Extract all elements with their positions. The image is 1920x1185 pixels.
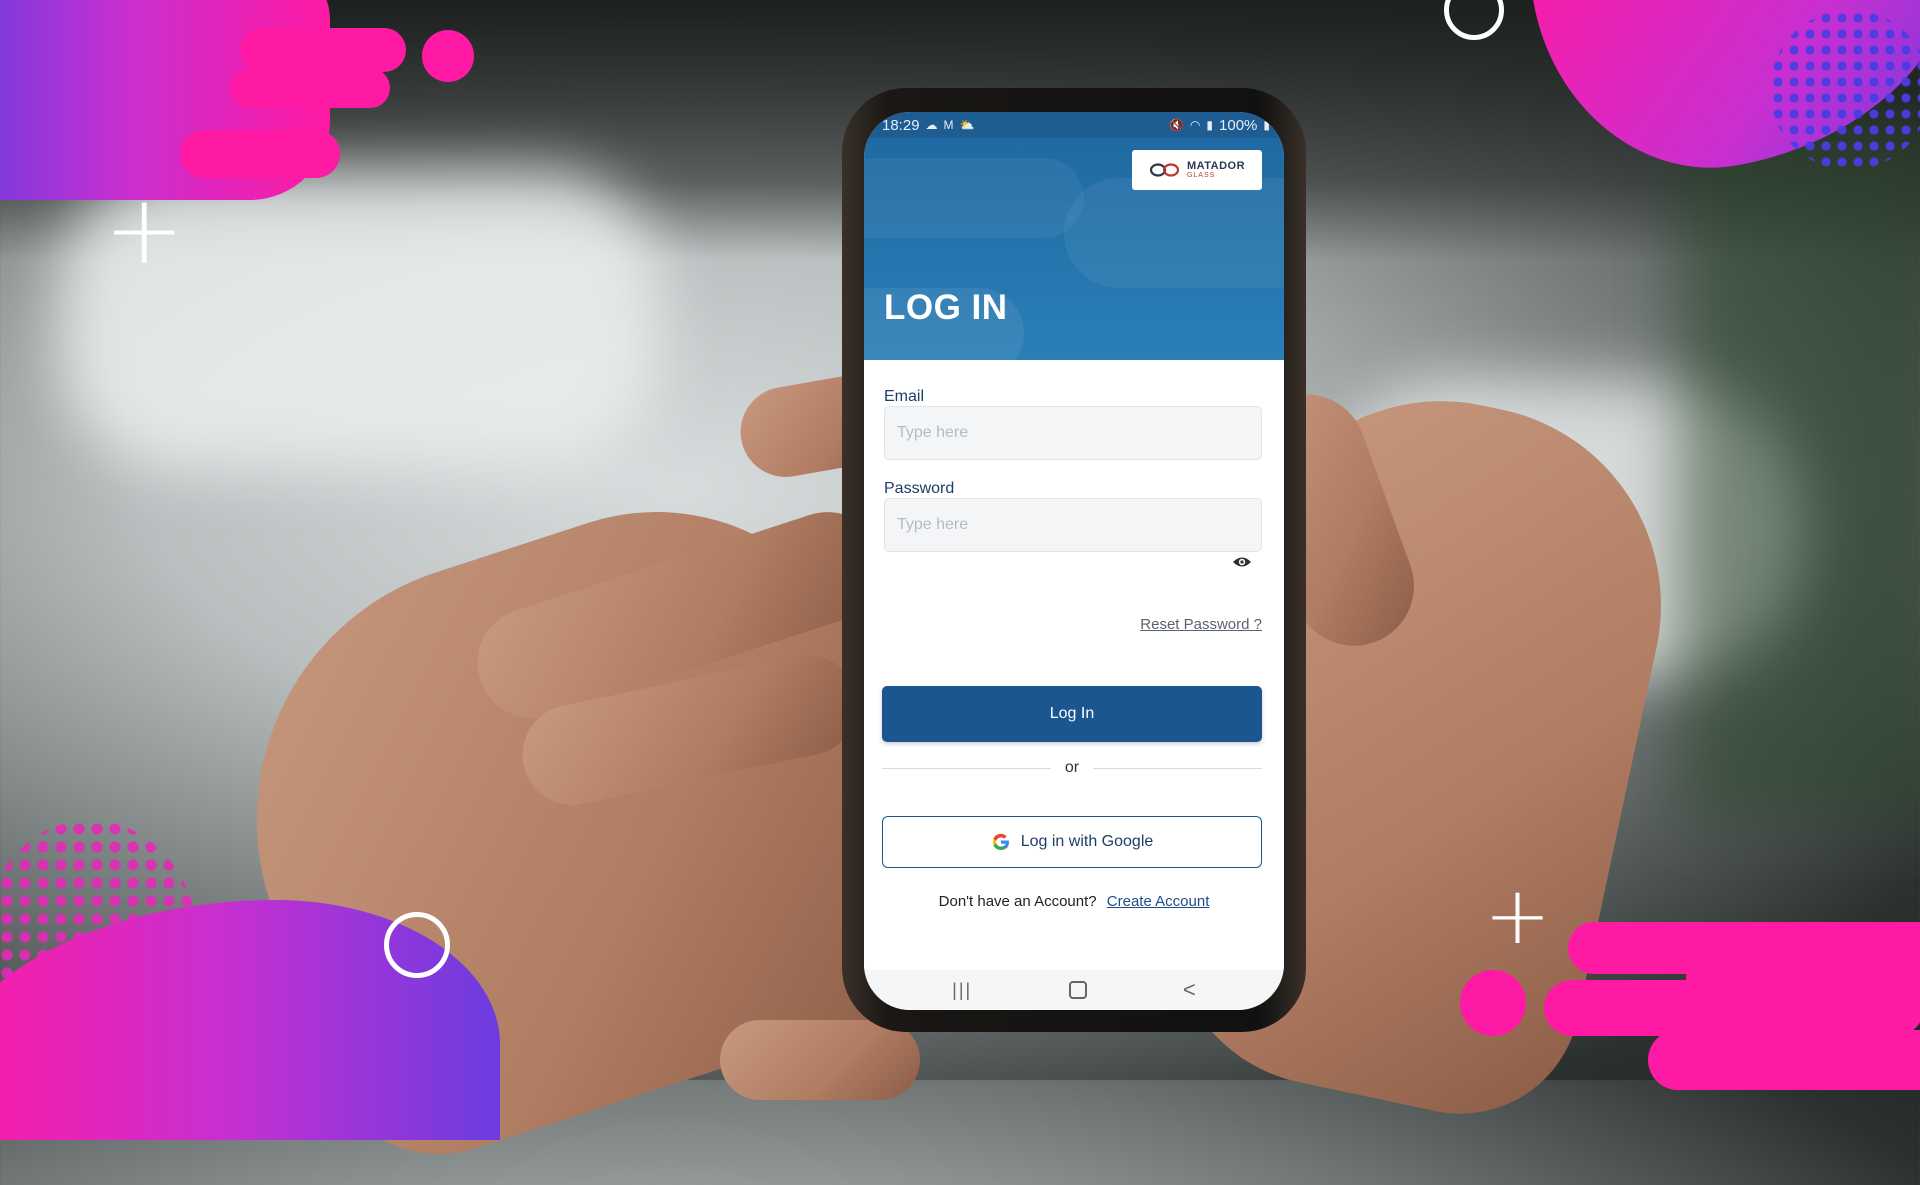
eye-icon[interactable] [1232, 555, 1252, 569]
infinity-logo-icon [1149, 163, 1180, 177]
weather-icon: ⛅ [959, 118, 975, 132]
bottom-thumb [720, 1020, 920, 1100]
google-button-label: Log in with Google [1020, 833, 1154, 850]
battery-icon: ▮ [1263, 118, 1270, 132]
header-decor [1064, 178, 1284, 288]
reset-password-link[interactable]: Reset Password ? [1140, 616, 1262, 633]
background-plant [1680, 120, 1920, 820]
status-right: 🔇 ◠ ▮ 100% ▮ [1169, 117, 1270, 134]
status-bar: 18:29 ☁ M ⛅ 🔇 ◠ ▮ 100% ▮ [864, 112, 1284, 138]
google-icon [992, 833, 1009, 851]
signup-prompt: Don't have an Account? [938, 893, 1097, 910]
decor-bar [240, 28, 406, 72]
login-button[interactable]: Log In [882, 686, 1262, 742]
battery-level: 100% [1219, 116, 1258, 134]
app-header: MATADOR GLASS LOG IN [864, 138, 1284, 360]
login-form: Email Password Reset Password ? Log In o… [864, 360, 1284, 970]
phone-screen: 18:29 ☁ M ⛅ 🔇 ◠ ▮ 100% ▮ MATADOR GLASS L… [864, 112, 1284, 1010]
back-button[interactable]: < [1183, 977, 1196, 1003]
cloud-icon: ☁ [925, 118, 938, 132]
ring-icon [384, 912, 450, 978]
decor-dot [1460, 970, 1526, 1036]
decor-dots-top-right [1770, 10, 1920, 170]
android-nav-bar: ||| < [864, 970, 1284, 1010]
or-text: or [1064, 759, 1080, 776]
status-time: 18:29 [882, 116, 920, 134]
logo-name: MATADOR [1186, 160, 1246, 172]
signal-icon: ▮ [1206, 118, 1214, 132]
google-login-button[interactable]: Log in with Google [882, 816, 1262, 868]
password-field[interactable] [884, 498, 1262, 552]
logo-text: MATADOR GLASS [1186, 160, 1246, 180]
plus-icon: + [1484, 869, 1552, 962]
or-divider: or [882, 756, 1263, 780]
signup-row: Don't have an Account? Create Account [864, 893, 1284, 910]
header-decor [864, 158, 1084, 238]
divider-line [1093, 767, 1263, 769]
decor-bar [180, 130, 340, 178]
mute-icon: 🔇 [1168, 118, 1184, 132]
password-label: Password [884, 480, 955, 497]
decor-bar [1648, 1030, 1920, 1090]
logo-subtitle: GLASS [1186, 172, 1216, 179]
recent-apps-button[interactable]: ||| [952, 980, 972, 1001]
plus-icon: + [104, 174, 185, 286]
wifi-icon: ◠ [1189, 118, 1201, 132]
decor-dot [422, 30, 474, 82]
email-field[interactable] [884, 406, 1262, 460]
decor-bar [1544, 980, 1920, 1036]
create-account-link[interactable]: Create Account [1107, 893, 1210, 910]
email-label: Email [884, 388, 925, 405]
decor-bar [230, 68, 390, 108]
company-logo: MATADOR GLASS [1132, 150, 1262, 190]
page-title: LOG IN [884, 288, 1008, 327]
home-button[interactable] [1068, 981, 1087, 999]
divider-line [882, 767, 1051, 769]
gmail-icon: M [943, 118, 954, 132]
status-left: 18:29 ☁ M ⛅ [882, 117, 975, 134]
